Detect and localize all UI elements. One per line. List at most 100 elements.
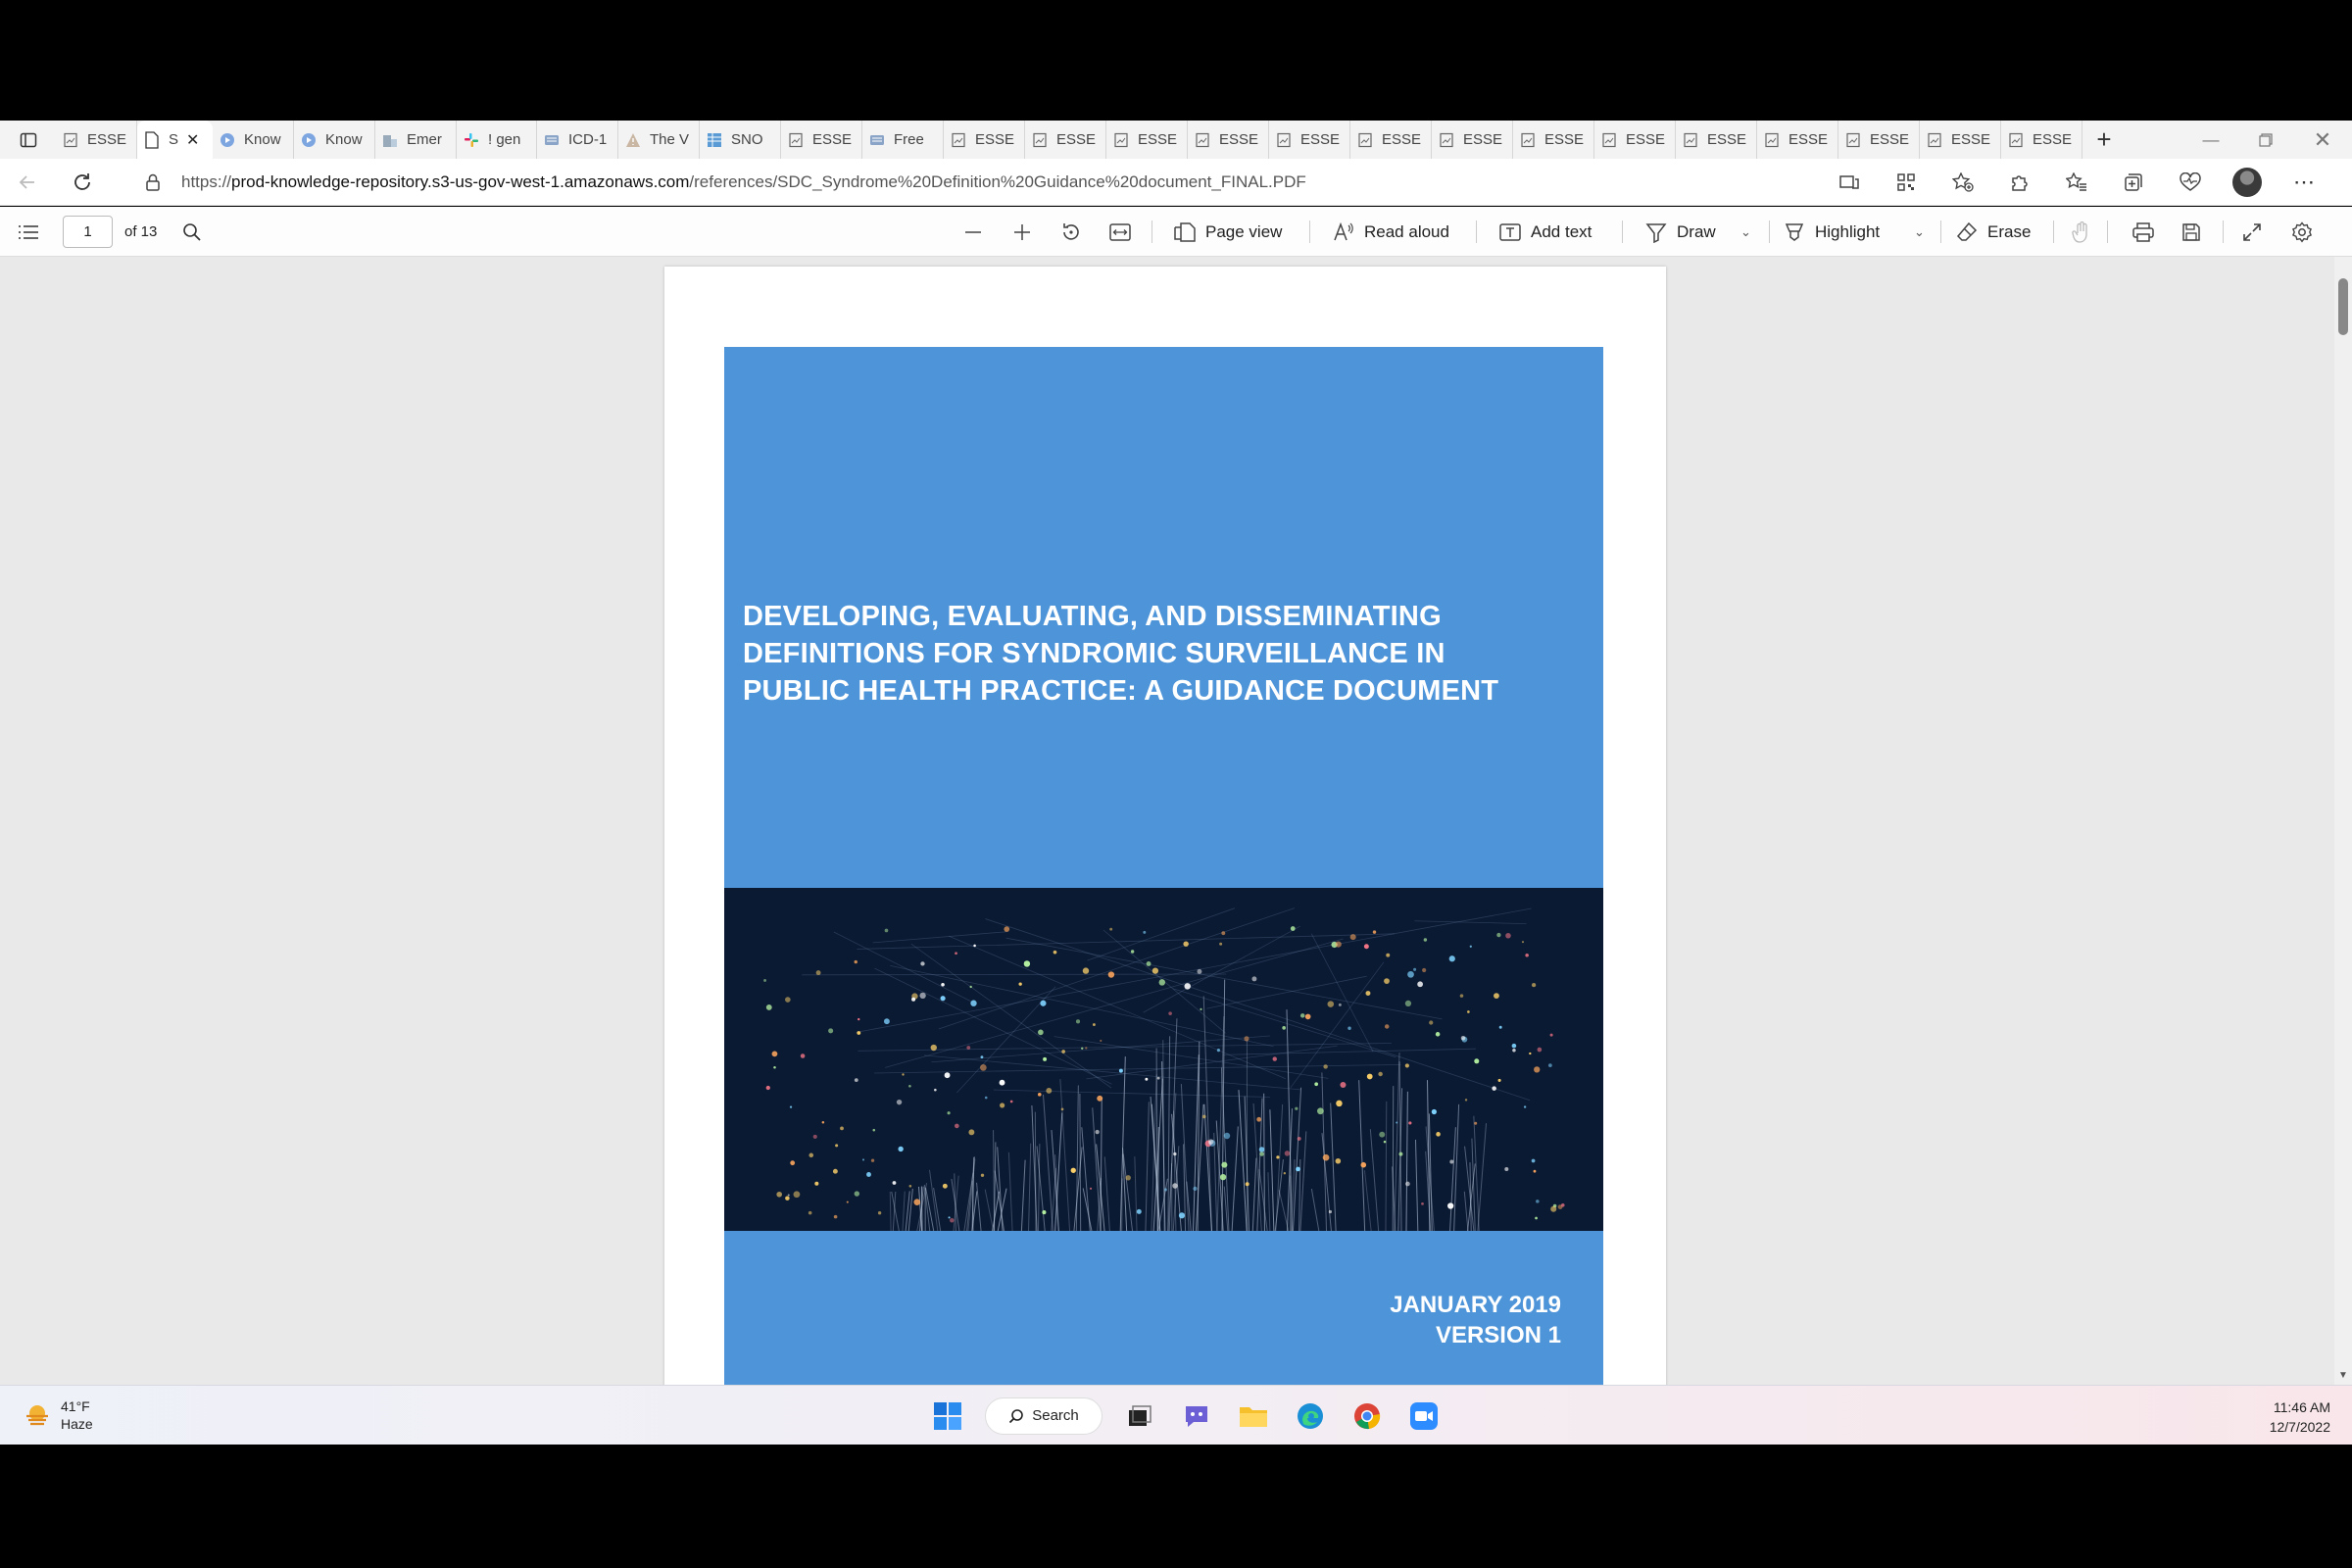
edge-browser-button[interactable] xyxy=(1291,1396,1330,1436)
tab[interactable]: ESSE xyxy=(1513,121,1594,159)
settings-more-button[interactable]: ⋯ xyxy=(2276,159,2332,206)
tab[interactable]: ESSE xyxy=(1269,121,1350,159)
favorites-button[interactable] xyxy=(2048,159,2105,206)
zoom-out-button[interactable] xyxy=(963,207,983,257)
new-tab-button[interactable]: + xyxy=(2082,121,2126,159)
decorative-dot xyxy=(898,1146,904,1152)
zoom-in-button[interactable] xyxy=(1012,207,1032,257)
decorative-dot xyxy=(1378,1071,1383,1077)
tab[interactable]: SNO xyxy=(700,121,781,159)
tab[interactable]: ESSE xyxy=(1594,121,1676,159)
decorative-dot xyxy=(1405,1181,1410,1187)
immersive-reader-button[interactable] xyxy=(1821,159,1878,206)
add-text-button[interactable]: Add text xyxy=(1499,207,1592,257)
decorative-dot xyxy=(1130,950,1135,954)
decorative-dot xyxy=(1143,930,1147,934)
draw-options-button[interactable]: ⌄ xyxy=(1740,207,1751,257)
weather-widget[interactable]: 41°F Haze xyxy=(24,1397,93,1433)
tab[interactable]: Know xyxy=(294,121,375,159)
back-button[interactable] xyxy=(0,159,55,206)
highlight-button[interactable]: Highlight xyxy=(1784,207,1880,257)
restore-button[interactable] xyxy=(2238,121,2293,159)
tab[interactable]: Free xyxy=(862,121,944,159)
page-view-button[interactable]: Page view xyxy=(1174,207,1282,257)
decorative-spike xyxy=(1414,1139,1419,1231)
tab[interactable]: ! gen xyxy=(457,121,537,159)
highlighter-icon xyxy=(1785,222,1804,241)
full-screen-button[interactable] xyxy=(2242,207,2262,257)
find-button[interactable] xyxy=(182,207,201,257)
read-aloud-button[interactable]: Read aloud xyxy=(1333,207,1449,257)
decorative-dot xyxy=(1297,1136,1301,1141)
tab[interactable]: ESSE xyxy=(2001,121,2082,159)
tab[interactable]: Know xyxy=(213,121,294,159)
decorative-dot xyxy=(1323,1064,1328,1069)
decorative-dot xyxy=(771,1051,778,1057)
minimize-button[interactable]: — xyxy=(2183,121,2238,159)
highlight-options-button[interactable]: ⌄ xyxy=(1914,207,1925,257)
tab[interactable]: Emer xyxy=(375,121,457,159)
profile-button[interactable] xyxy=(2219,159,2276,206)
decorative-dot xyxy=(892,1181,897,1185)
refresh-button[interactable] xyxy=(55,159,110,206)
tab[interactable]: ESSE xyxy=(944,121,1025,159)
task-view-button[interactable] xyxy=(1120,1396,1159,1436)
draw-button[interactable]: Draw xyxy=(1645,207,1716,257)
chrome-browser-button[interactable] xyxy=(1348,1396,1387,1436)
contents-button[interactable] xyxy=(18,207,39,257)
touch-mode-button[interactable] xyxy=(2072,207,2091,257)
tab[interactable]: ESSE xyxy=(56,121,137,159)
decorative-spike xyxy=(1477,1123,1488,1231)
add-favorite-button[interactable] xyxy=(1935,159,1991,206)
tab[interactable]: ESSE xyxy=(1350,121,1432,159)
tab[interactable]: ESSE xyxy=(1025,121,1106,159)
close-window-button[interactable]: ✕ xyxy=(2295,121,2350,159)
vertical-scrollbar[interactable]: ▼ xyxy=(2334,257,2352,1385)
pdf-settings-button[interactable] xyxy=(2291,207,2313,257)
refresh-icon xyxy=(74,172,90,190)
decorative-dot xyxy=(763,979,766,982)
collections-button[interactable] xyxy=(2105,159,2162,206)
tab[interactable]: ESSE xyxy=(1106,121,1188,159)
file-explorer-button[interactable] xyxy=(1234,1396,1273,1436)
tab-actions-button[interactable] xyxy=(0,121,56,159)
tab[interactable]: The V xyxy=(618,121,700,159)
decorative-dot xyxy=(1272,1056,1277,1061)
tab[interactable]: ESSE xyxy=(1757,121,1838,159)
url-field[interactable]: https://prod-knowledge-repository.s3-us-… xyxy=(181,172,1306,192)
tab[interactable]: ICD-1 xyxy=(537,121,618,159)
tab-active[interactable]: S ✕ xyxy=(137,121,213,159)
fit-to-width-button[interactable] xyxy=(1109,207,1131,257)
pdf-viewer[interactable]: DEVELOPING, EVALUATING, AND DISSEMINATIN… xyxy=(0,257,2352,1385)
document-icon xyxy=(1112,131,1130,149)
tab[interactable]: ESSE xyxy=(1920,121,2001,159)
taskbar-search[interactable]: Search xyxy=(985,1396,1102,1435)
browser-essentials-button[interactable] xyxy=(2162,159,2219,206)
close-tab-icon[interactable]: ✕ xyxy=(186,130,199,150)
rotate-button[interactable] xyxy=(1060,207,1082,257)
erase-button[interactable]: Erase xyxy=(1956,207,2031,257)
print-button[interactable] xyxy=(2132,207,2154,257)
decorative-dot xyxy=(942,1183,948,1189)
scrollbar-thumb[interactable] xyxy=(2338,278,2348,335)
decorative-dot xyxy=(955,952,957,956)
tab[interactable]: ESSE xyxy=(1676,121,1757,159)
decorative-spike xyxy=(1299,1131,1307,1231)
save-button[interactable] xyxy=(2181,207,2201,257)
tab[interactable]: ESSE xyxy=(1838,121,1920,159)
decorative-dot xyxy=(970,1000,977,1006)
tab[interactable]: ESSE xyxy=(1188,121,1269,159)
extensions-button[interactable] xyxy=(1991,159,2048,206)
page-number-input[interactable]: 1 xyxy=(63,216,113,248)
tab[interactable]: ESSE xyxy=(1432,121,1513,159)
teams-chat-button[interactable] xyxy=(1177,1396,1216,1436)
qr-code-button[interactable] xyxy=(1878,159,1935,206)
system-clock[interactable]: 11:46 AM 12/7/2022 xyxy=(2270,1397,2330,1437)
start-button[interactable] xyxy=(928,1396,967,1436)
scroll-down-arrow-icon[interactable]: ▼ xyxy=(2338,1370,2348,1381)
zoom-app-button[interactable] xyxy=(1404,1396,1444,1436)
tab-title: Know xyxy=(325,131,363,148)
decorative-dot xyxy=(908,1084,911,1088)
tab[interactable]: ESSE xyxy=(781,121,862,159)
decorative-network-line xyxy=(1087,907,1236,961)
